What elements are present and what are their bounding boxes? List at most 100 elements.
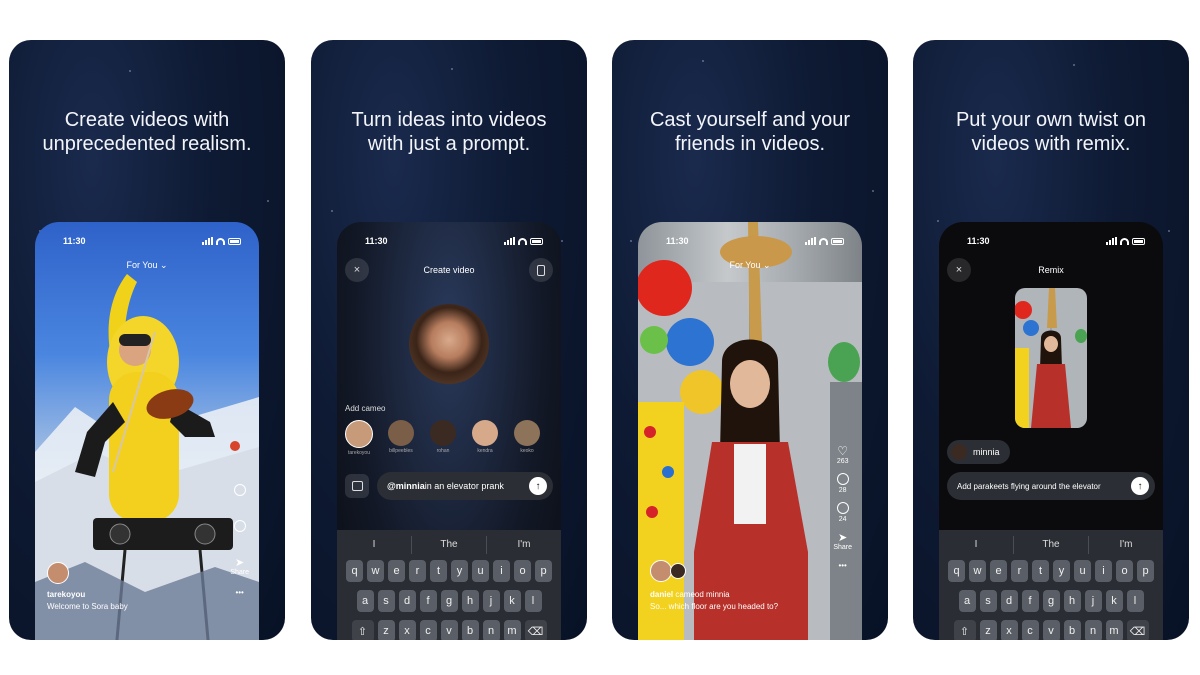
key[interactable]: t bbox=[1032, 560, 1049, 582]
shift-key[interactable]: ⇧ bbox=[351, 620, 374, 640]
cameo-item[interactable]: tarekoyou bbox=[345, 420, 373, 456]
key[interactable]: x bbox=[1000, 620, 1018, 640]
key[interactable]: f bbox=[1021, 590, 1039, 612]
key[interactable]: s bbox=[979, 590, 997, 612]
remix-icon[interactable] bbox=[836, 502, 849, 514]
key[interactable]: y bbox=[1053, 560, 1070, 582]
key[interactable]: o bbox=[514, 560, 531, 582]
key[interactable]: w bbox=[367, 560, 384, 582]
key[interactable]: n bbox=[1084, 620, 1102, 640]
cameo-item[interactable]: rohan bbox=[429, 420, 457, 456]
key[interactable]: u bbox=[1074, 560, 1091, 582]
avatar[interactable] bbox=[670, 563, 686, 579]
send-button[interactable]: ↑ bbox=[1131, 477, 1149, 495]
key[interactable]: v bbox=[440, 620, 458, 640]
key[interactable]: c bbox=[1021, 620, 1039, 640]
key[interactable]: h bbox=[1063, 590, 1081, 612]
avatar[interactable] bbox=[47, 562, 69, 584]
key[interactable]: r bbox=[1011, 560, 1028, 582]
username[interactable]: daniel bbox=[650, 590, 673, 599]
key[interactable]: x bbox=[398, 620, 416, 640]
battery-icon bbox=[530, 237, 543, 245]
backspace-key[interactable]: ⌫ bbox=[524, 620, 547, 640]
username[interactable]: tarekoyou bbox=[47, 590, 85, 599]
image-icon bbox=[351, 481, 363, 491]
key[interactable]: s bbox=[377, 590, 395, 612]
key[interactable]: e bbox=[388, 560, 405, 582]
share-icon[interactable]: ➤ bbox=[838, 531, 847, 544]
key[interactable]: g bbox=[1042, 590, 1060, 612]
key[interactable]: c bbox=[419, 620, 437, 640]
key[interactable]: n bbox=[482, 620, 500, 640]
key[interactable]: r bbox=[409, 560, 426, 582]
comment-icon[interactable] bbox=[233, 484, 246, 496]
suggestion-item[interactable]: The bbox=[1014, 536, 1089, 554]
key[interactable]: i bbox=[1095, 560, 1112, 582]
remix-icon[interactable] bbox=[233, 520, 246, 532]
suggestion-item[interactable]: The bbox=[412, 536, 487, 554]
key[interactable]: a bbox=[958, 590, 976, 612]
suggestion-item[interactable]: I'm bbox=[487, 536, 561, 554]
key[interactable]: z bbox=[979, 620, 997, 640]
backspace-key[interactable]: ⌫ bbox=[1126, 620, 1149, 640]
key-row-2: asdfghjkl bbox=[939, 590, 1163, 612]
shift-key[interactable]: ⇧ bbox=[953, 620, 976, 640]
attach-image-button[interactable] bbox=[345, 474, 369, 498]
share-icon[interactable]: ➤ bbox=[235, 556, 244, 569]
key[interactable]: b bbox=[1063, 620, 1081, 640]
prompt-input[interactable]: @minnia in an elevator prank ↑ bbox=[377, 472, 553, 500]
key[interactable]: h bbox=[461, 590, 479, 612]
key[interactable]: j bbox=[482, 590, 500, 612]
heart-icon[interactable]: ♡ bbox=[837, 444, 848, 458]
avatar[interactable] bbox=[650, 560, 672, 582]
cameo-item[interactable]: kendra bbox=[471, 420, 499, 456]
key[interactable]: b bbox=[461, 620, 479, 640]
feed-selector[interactable]: For You ⌄ bbox=[638, 260, 862, 271]
suggestion-item[interactable]: I bbox=[337, 536, 412, 554]
key[interactable]: q bbox=[948, 560, 965, 582]
more-icon[interactable]: ••• bbox=[838, 561, 846, 570]
key[interactable]: y bbox=[451, 560, 468, 582]
send-button[interactable]: ↑ bbox=[529, 477, 547, 495]
key[interactable]: i bbox=[493, 560, 510, 582]
key[interactable]: d bbox=[1000, 590, 1018, 612]
wifi-icon bbox=[1120, 237, 1129, 245]
key[interactable]: d bbox=[398, 590, 416, 612]
key[interactable]: q bbox=[346, 560, 363, 582]
headline-line-1: Create videos with bbox=[64, 109, 230, 131]
key[interactable]: g bbox=[440, 590, 458, 612]
key[interactable]: k bbox=[503, 590, 521, 612]
comment-icon[interactable] bbox=[836, 473, 849, 485]
key[interactable]: e bbox=[990, 560, 1007, 582]
key[interactable]: z bbox=[377, 620, 395, 640]
cameo-item[interactable]: keoko bbox=[513, 420, 541, 456]
key[interactable]: l bbox=[1126, 590, 1144, 612]
suggestion-item[interactable]: I bbox=[939, 536, 1014, 554]
key[interactable]: p bbox=[1137, 560, 1154, 582]
more-icon[interactable]: ••• bbox=[235, 588, 243, 597]
key[interactable]: t bbox=[430, 560, 447, 582]
key[interactable]: o bbox=[1116, 560, 1133, 582]
screen-title: Remix bbox=[1038, 265, 1064, 275]
key[interactable]: w bbox=[969, 560, 986, 582]
keyboard: I The I'm qwertyuiop asdfghjkl ⇧ z x c v b n m ⌫ bbox=[939, 530, 1163, 640]
key-row-3: ⇧ z x c v b n m ⌫ bbox=[337, 620, 561, 640]
cameo-item[interactable]: billpeebles bbox=[387, 420, 415, 456]
cameo-tag[interactable]: minnia bbox=[947, 440, 1010, 464]
key[interactable]: u bbox=[472, 560, 489, 582]
key[interactable]: m bbox=[1105, 620, 1123, 640]
key[interactable]: j bbox=[1084, 590, 1102, 612]
key[interactable]: p bbox=[535, 560, 552, 582]
battery-icon bbox=[831, 237, 844, 245]
key[interactable]: v bbox=[1042, 620, 1060, 640]
suggestion-item[interactable]: I'm bbox=[1089, 536, 1163, 554]
key[interactable]: l bbox=[524, 590, 542, 612]
share-label: Share bbox=[230, 569, 249, 576]
prompt-input[interactable]: Add parakeets flying around the elevator… bbox=[947, 472, 1155, 500]
key[interactable]: a bbox=[356, 590, 374, 612]
key[interactable]: f bbox=[419, 590, 437, 612]
headline-line-1: Cast yourself and your bbox=[649, 109, 851, 131]
key[interactable]: m bbox=[503, 620, 521, 640]
orientation-button[interactable] bbox=[529, 258, 553, 282]
key[interactable]: k bbox=[1105, 590, 1123, 612]
